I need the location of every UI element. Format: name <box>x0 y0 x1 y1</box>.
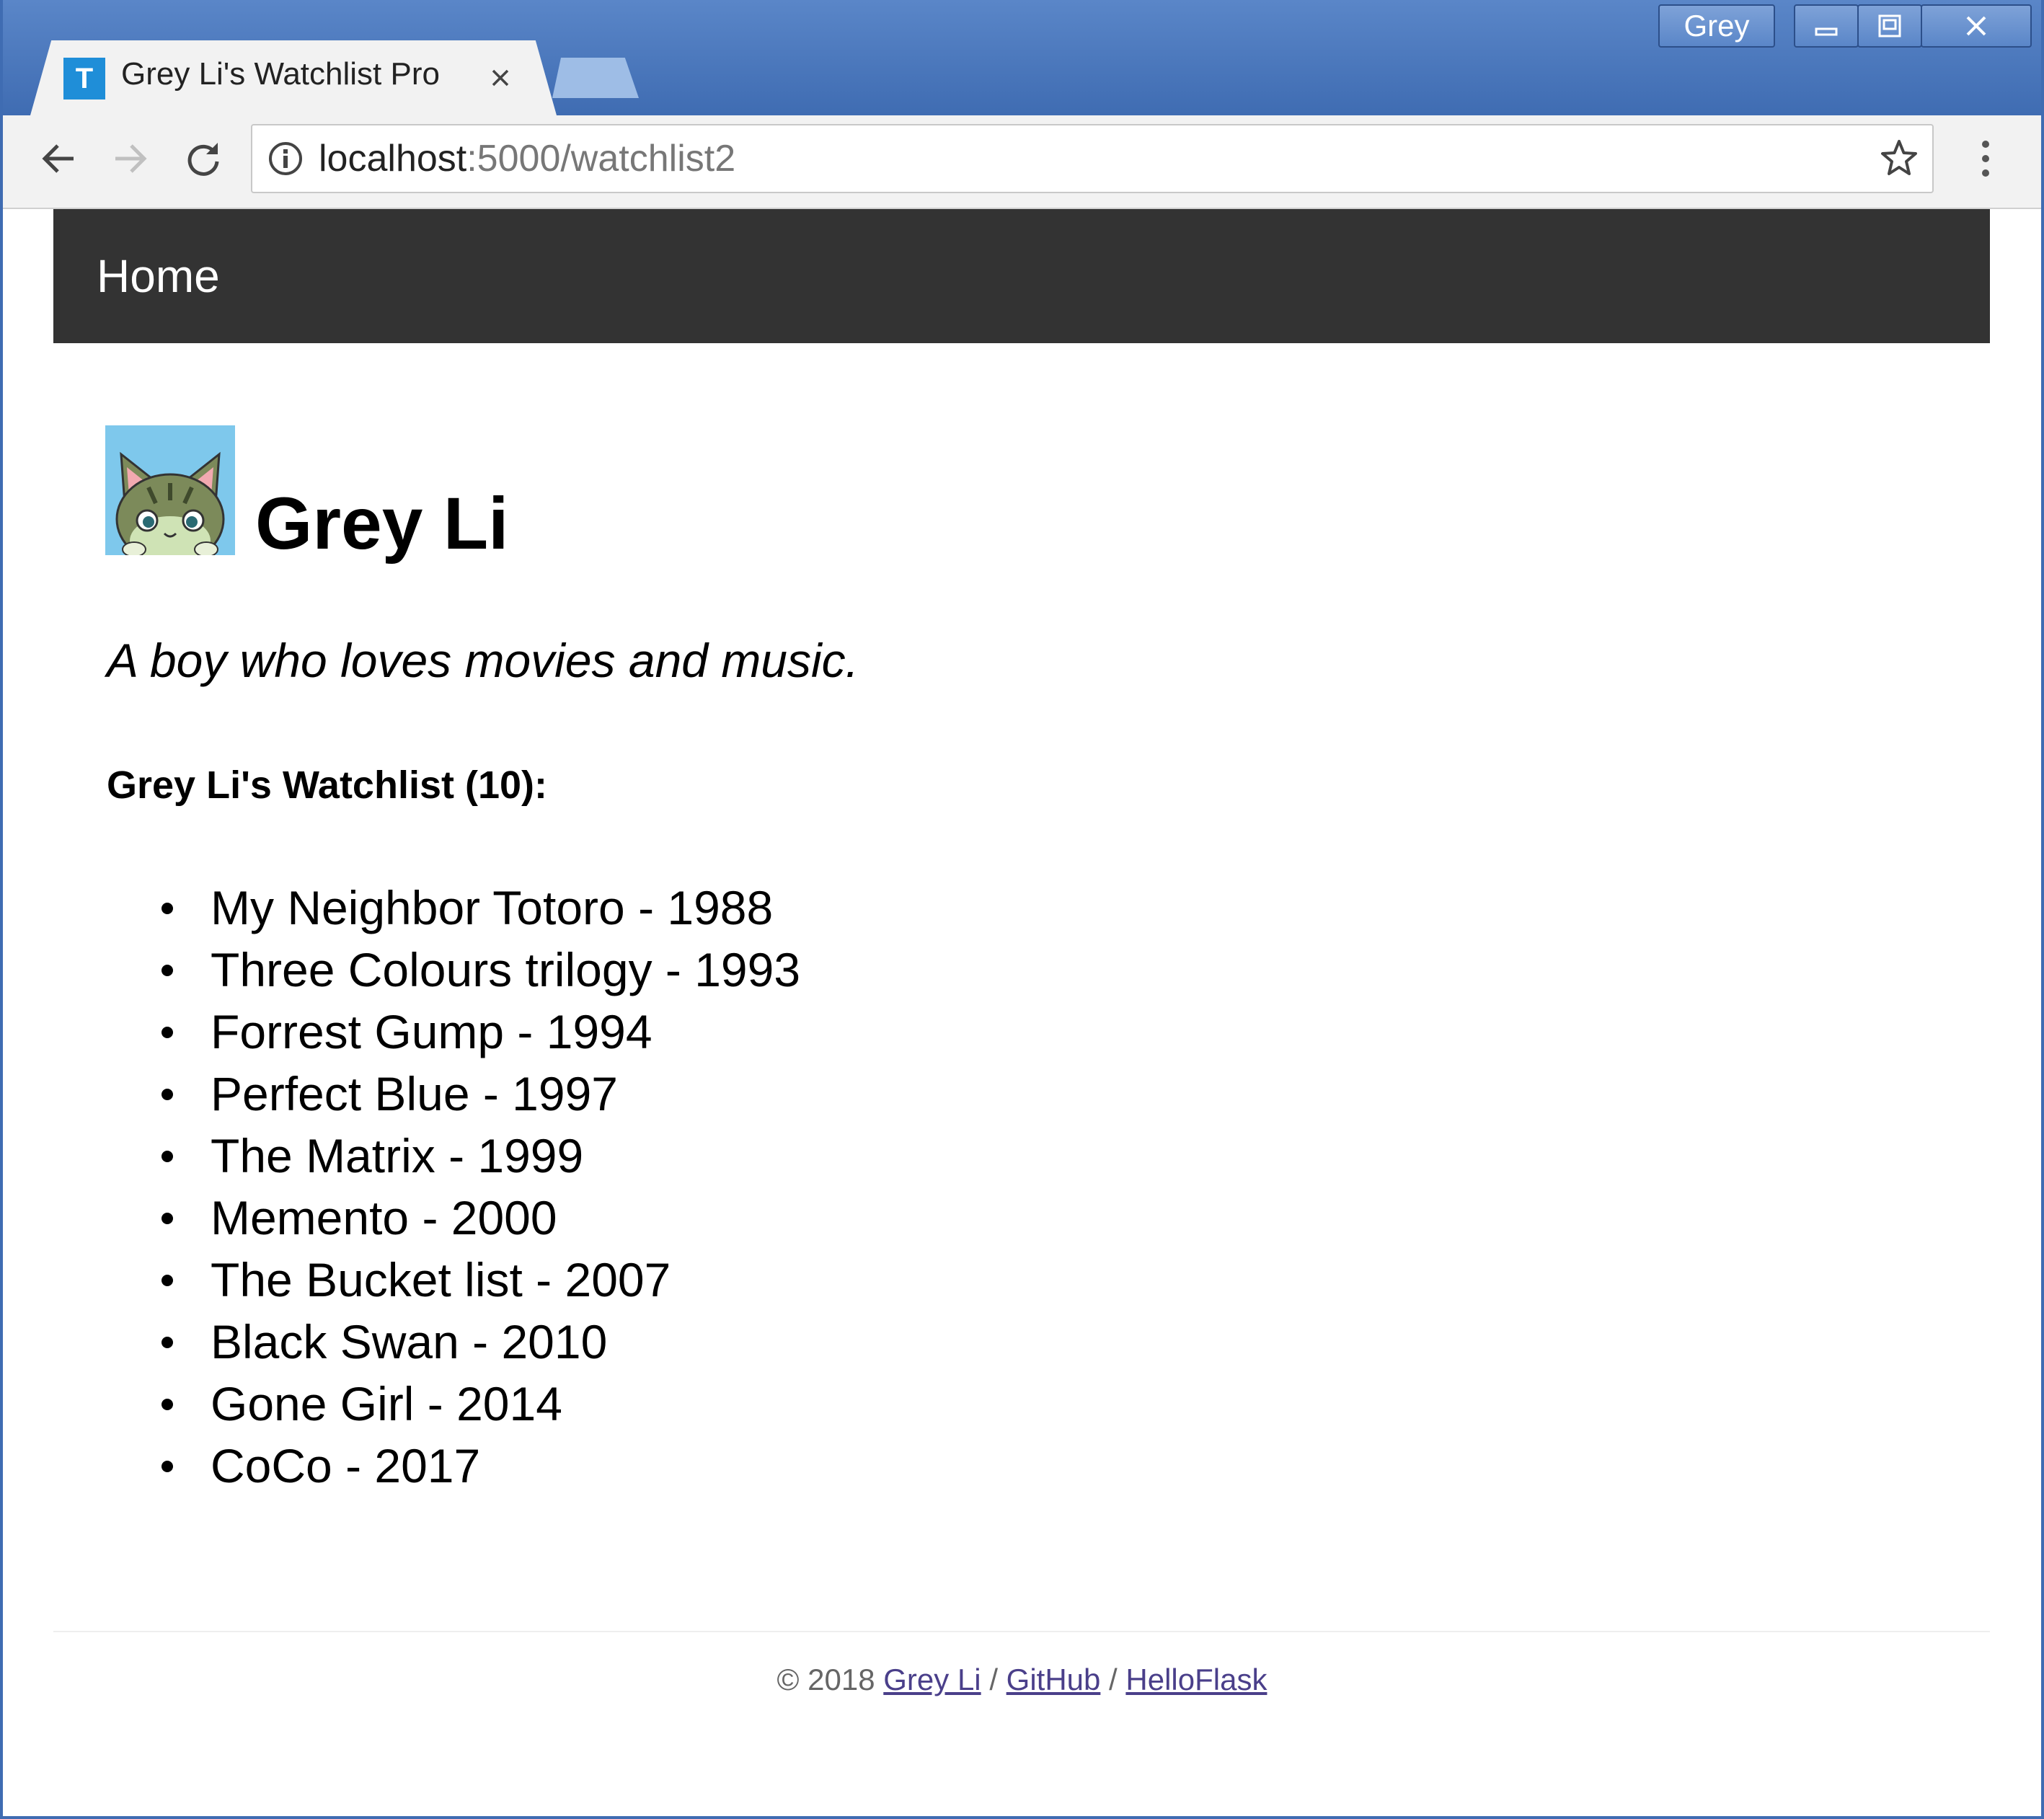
bullet-icon <box>162 1213 173 1224</box>
list-item-text: Perfect Blue - 1997 <box>211 1067 618 1120</box>
list-item-text: My Neighbor Totoro - 1988 <box>211 881 774 934</box>
page-footer: © 2018 Grey Li / GitHub / HelloFlask <box>0 1663 2044 1697</box>
tab-close-button[interactable] <box>482 59 519 97</box>
list-item-text: The Bucket list - 2007 <box>211 1253 671 1306</box>
list-item-text: Black Swan - 2010 <box>211 1315 608 1368</box>
footer-separator: / <box>1109 1663 1118 1696</box>
list-item-text: The Matrix - 1999 <box>211 1129 584 1182</box>
bullet-icon <box>162 903 173 914</box>
url-path: :5000/watchlist2 <box>466 138 736 180</box>
close-icon <box>492 69 509 87</box>
menu-dots-icon <box>1982 141 1989 177</box>
list-item: CoCo - 2017 <box>107 1435 800 1497</box>
footer-link-grey-li[interactable]: Grey Li <box>883 1663 981 1696</box>
list-item: Perfect Blue - 1997 <box>107 1063 800 1125</box>
footer-link-helloflask[interactable]: HelloFlask <box>1125 1663 1267 1696</box>
close-window-button[interactable] <box>1921 4 2032 48</box>
favicon-icon: T <box>63 58 105 99</box>
bookmark-button[interactable] <box>1875 134 1924 183</box>
bullet-icon <box>162 1151 173 1162</box>
forward-button[interactable] <box>101 130 159 187</box>
list-item: Three Colours trilogy - 1993 <box>107 939 800 1001</box>
profile-name: Grey Li <box>255 482 509 565</box>
close-icon <box>1966 16 1986 36</box>
bullet-icon <box>162 1337 173 1348</box>
watchlist: My Neighbor Totoro - 1988 Three Colours … <box>107 877 800 1497</box>
url-text[interactable]: localhost:5000/watchlist2 <box>319 137 735 180</box>
new-tab-button[interactable] <box>552 58 639 98</box>
list-item: The Matrix - 1999 <box>107 1125 800 1187</box>
profile-bio: A boy who loves movies and music. <box>107 634 859 687</box>
list-item: My Neighbor Totoro - 1988 <box>107 877 800 939</box>
cat-avatar-icon <box>105 425 235 555</box>
bullet-icon <box>162 1461 173 1472</box>
back-arrow-icon <box>42 144 74 173</box>
bullet-icon <box>162 1275 173 1286</box>
list-item: Forrest Gump - 1994 <box>107 1001 800 1063</box>
url-host: localhost <box>319 138 467 180</box>
maximize-button[interactable] <box>1857 4 1922 48</box>
list-item-text: Gone Girl - 2014 <box>211 1377 562 1430</box>
list-item: Black Swan - 2010 <box>107 1311 800 1373</box>
nav-home-link[interactable]: Home <box>97 249 220 303</box>
list-item: Memento - 2000 <box>107 1187 800 1249</box>
bullet-icon <box>162 1399 173 1410</box>
maximize-icon <box>1878 14 1901 37</box>
list-item: The Bucket list - 2007 <box>107 1249 800 1311</box>
reload-button[interactable] <box>174 130 232 187</box>
info-icon[interactable] <box>267 140 304 177</box>
minimize-icon <box>1815 27 1838 36</box>
profile-button[interactable]: Grey <box>1658 4 1775 48</box>
footer-link-github[interactable]: GitHub <box>1006 1663 1101 1696</box>
reload-icon <box>187 143 219 176</box>
watchlist-heading: Grey Li's Watchlist (10): <box>107 764 547 807</box>
minimize-button[interactable] <box>1794 4 1859 48</box>
footer-copyright: © 2018 <box>777 1663 875 1696</box>
forward-arrow-icon <box>115 144 147 173</box>
site-navbar <box>53 209 1990 343</box>
star-icon <box>1881 140 1917 175</box>
bullet-icon <box>162 1089 173 1100</box>
footer-separator: / <box>989 1663 998 1696</box>
bullet-icon <box>162 1027 173 1038</box>
list-item-text: Forrest Gump - 1994 <box>211 1005 652 1058</box>
footer-divider <box>53 1631 1990 1632</box>
browser-menu-button[interactable] <box>1963 134 2009 183</box>
list-item-text: Memento - 2000 <box>211 1191 557 1244</box>
list-item-text: CoCo - 2017 <box>211 1439 481 1492</box>
bullet-icon <box>162 965 173 976</box>
list-item: Gone Girl - 2014 <box>107 1373 800 1435</box>
list-item-text: Three Colours trilogy - 1993 <box>211 943 801 996</box>
back-button[interactable] <box>30 130 88 187</box>
tab-title: Grey Li's Watchlist Pro <box>121 56 440 92</box>
